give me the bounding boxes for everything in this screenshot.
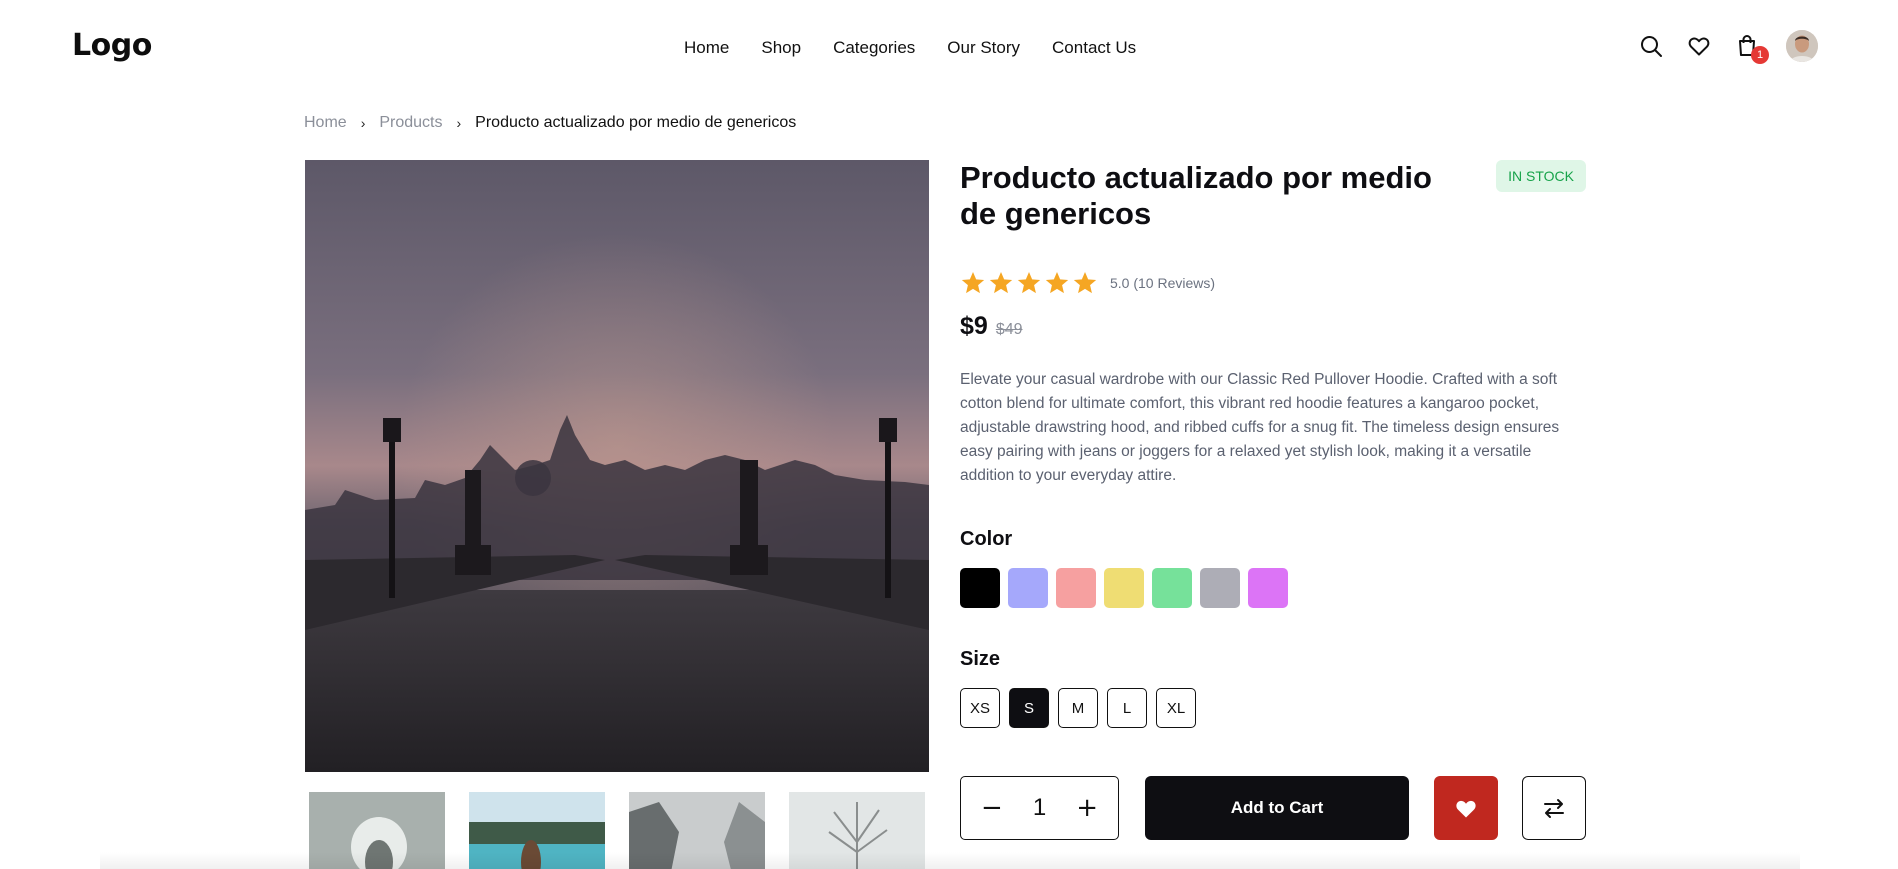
star-icon [989,271,1013,294]
color-label: Color [960,528,1013,550]
compare-arrows-icon [1544,799,1564,818]
product-main-image[interactable] [305,160,929,772]
nav-home[interactable]: Home [684,38,729,58]
quantity-stepper: − 1 + [960,776,1119,840]
thumbnail-4[interactable] [789,792,925,869]
nav-shop[interactable]: Shop [761,38,801,58]
color-swatch[interactable] [1248,568,1288,608]
heart-icon[interactable] [1686,33,1712,59]
heart-icon [1456,800,1476,818]
old-price: $49 [995,321,1023,338]
star-icon [961,271,985,294]
product-title: Producto actualizado por medio de generi… [960,160,1432,231]
price-row: $9 $49 [960,312,1023,341]
star-icon [1073,271,1097,294]
site-header: Logo Home Shop Categories Our Story Cont… [0,0,1898,96]
breadcrumb-current: Producto actualizado por medio de generi… [475,114,797,131]
color-swatch[interactable] [1152,568,1192,608]
star-icon [1017,271,1041,294]
quantity-value[interactable]: 1 [1033,794,1046,822]
size-option[interactable]: XL [1156,688,1196,728]
thumbnail-2[interactable] [469,792,605,869]
product-info: Producto actualizado por medio de generi… [960,160,1586,840]
size-option[interactable]: XS [960,688,1000,728]
breadcrumb: Home › Products › Producto actualizado p… [304,114,796,132]
product-rating: 5.0 (10 Reviews) [960,270,1215,296]
color-swatch[interactable] [1200,568,1240,608]
header-actions: 1 [1616,30,1818,64]
color-swatch[interactable] [1008,568,1048,608]
size-option[interactable]: L [1107,688,1147,728]
chevron-right-icon: › [360,115,366,131]
cart-count-badge: 1 [1751,46,1769,64]
breadcrumb-home[interactable]: Home [304,114,347,132]
size-label: Size [960,648,1001,670]
main-nav: Home Shop Categories Our Story Contact U… [684,38,1168,58]
size-option[interactable]: S [1009,688,1049,728]
avatar[interactable] [1786,30,1818,62]
color-swatch[interactable] [1104,568,1144,608]
color-swatches [960,568,1296,608]
product-description: Elevate your casual wardrobe with our Cl… [960,371,1560,484]
nav-categories[interactable]: Categories [833,38,915,58]
search-icon[interactable] [1638,33,1664,59]
thumbnail-1[interactable] [309,792,445,869]
color-swatch[interactable] [1056,568,1096,608]
nav-contact-us[interactable]: Contact Us [1052,38,1136,58]
price: $9 [960,312,988,340]
wishlist-button[interactable] [1434,776,1498,840]
star-icon [1045,271,1069,294]
nav-our-story[interactable]: Our Story [947,38,1020,58]
stock-badge: IN STOCK [1496,160,1586,192]
thumbnail-3[interactable] [629,792,765,869]
add-to-cart-button[interactable]: Add to Cart [1145,776,1409,840]
logo[interactable]: Logo [72,28,152,63]
chevron-right-icon: › [456,115,462,131]
thumbnail-strip [309,792,949,869]
size-options: XS S M L XL [960,688,1205,728]
plus-icon[interactable]: + [1076,795,1098,821]
cart-icon[interactable]: 1 [1734,33,1769,64]
size-option[interactable]: M [1058,688,1098,728]
minus-icon[interactable]: − [981,795,1003,821]
compare-button[interactable] [1522,776,1586,840]
breadcrumb-products[interactable]: Products [379,114,442,132]
rating-text[interactable]: 5.0 (10 Reviews) [1110,275,1215,291]
color-swatch[interactable] [960,568,1000,608]
